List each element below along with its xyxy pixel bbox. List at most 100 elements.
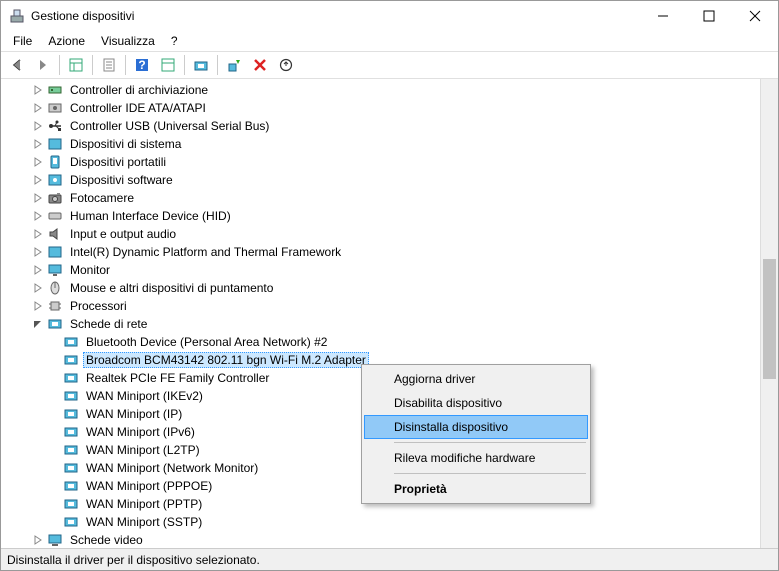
category-item[interactable]: Controller di archiviazione bbox=[5, 81, 760, 99]
item-label: WAN Miniport (PPPOE) bbox=[83, 478, 215, 494]
vertical-scrollbar[interactable] bbox=[760, 79, 778, 548]
item-label: Schede video bbox=[67, 532, 146, 548]
item-label: WAN Miniport (IP) bbox=[83, 406, 185, 422]
item-label: Controller di archiviazione bbox=[67, 82, 211, 98]
expand-icon[interactable] bbox=[31, 137, 45, 151]
expand-icon[interactable] bbox=[31, 191, 45, 205]
category-item[interactable]: Schede di rete bbox=[5, 315, 760, 333]
minimize-button[interactable] bbox=[640, 1, 686, 31]
category-item[interactable]: Mouse e altri dispositivi di puntamento bbox=[5, 279, 760, 297]
mouse-icon bbox=[47, 280, 63, 296]
item-label: Human Interface Device (HID) bbox=[67, 208, 234, 224]
category-item[interactable]: Monitor bbox=[5, 261, 760, 279]
forward-button[interactable] bbox=[31, 53, 55, 77]
menu-help[interactable]: ? bbox=[163, 32, 186, 50]
item-label: Processori bbox=[67, 298, 130, 314]
uninstall-button[interactable] bbox=[248, 53, 272, 77]
status-text: Disinstalla il driver per il dispositivo… bbox=[7, 553, 260, 567]
status-bar: Disinstalla il driver per il dispositivo… bbox=[1, 548, 778, 570]
menu-file[interactable]: File bbox=[5, 32, 40, 50]
scrollbar-thumb[interactable] bbox=[763, 259, 776, 379]
ctx-properties[interactable]: Proprietà bbox=[364, 477, 588, 501]
item-label: Intel(R) Dynamic Platform and Thermal Fr… bbox=[67, 244, 344, 260]
item-label: Dispositivi portatili bbox=[67, 154, 169, 170]
expand-icon[interactable] bbox=[31, 173, 45, 187]
expand-icon[interactable] bbox=[31, 299, 45, 313]
item-label: Monitor bbox=[67, 262, 113, 278]
category-item[interactable]: Dispositivi software bbox=[5, 171, 760, 189]
toolbar-button[interactable] bbox=[156, 53, 180, 77]
toolbar-separator bbox=[92, 55, 93, 75]
item-label: WAN Miniport (SSTP) bbox=[83, 514, 205, 530]
item-label: WAN Miniport (PPTP) bbox=[83, 496, 205, 512]
expand-icon[interactable] bbox=[31, 119, 45, 133]
audio-icon bbox=[47, 226, 63, 242]
item-label: Dispositivi software bbox=[67, 172, 176, 188]
expand-icon[interactable] bbox=[31, 209, 45, 223]
toolbar-separator bbox=[125, 55, 126, 75]
net-icon bbox=[63, 388, 79, 404]
category-item[interactable]: Schede video bbox=[5, 531, 760, 548]
ctx-update-driver[interactable]: Aggiorna driver bbox=[364, 367, 588, 391]
expand-icon[interactable] bbox=[31, 155, 45, 169]
category-item[interactable]: Dispositivi di sistema bbox=[5, 135, 760, 153]
item-label: Fotocamere bbox=[67, 190, 137, 206]
svg-text:?: ? bbox=[138, 58, 145, 72]
scan-hardware-button[interactable] bbox=[189, 53, 213, 77]
net-icon bbox=[63, 478, 79, 494]
net-icon bbox=[63, 352, 79, 368]
menu-action[interactable]: Azione bbox=[40, 32, 93, 50]
close-button[interactable] bbox=[732, 1, 778, 31]
expand-icon[interactable] bbox=[31, 533, 45, 547]
item-label: Input e output audio bbox=[67, 226, 179, 242]
category-item[interactable]: Input e output audio bbox=[5, 225, 760, 243]
device-item[interactable]: Bluetooth Device (Personal Area Network)… bbox=[5, 333, 760, 351]
collapse-icon[interactable] bbox=[31, 317, 45, 331]
category-item[interactable]: Fotocamere bbox=[5, 189, 760, 207]
expand-icon[interactable] bbox=[31, 245, 45, 259]
toolbar-separator bbox=[217, 55, 218, 75]
update-driver-button[interactable] bbox=[222, 53, 246, 77]
expand-icon[interactable] bbox=[31, 83, 45, 97]
category-item[interactable]: Controller IDE ATA/ATAPI bbox=[5, 99, 760, 117]
ctx-disable-device[interactable]: Disabilita dispositivo bbox=[364, 391, 588, 415]
expand-icon[interactable] bbox=[31, 101, 45, 115]
net-icon bbox=[63, 406, 79, 422]
help-button[interactable]: ? bbox=[130, 53, 154, 77]
category-item[interactable]: Processori bbox=[5, 297, 760, 315]
ctx-uninstall-device[interactable]: Disinstalla dispositivo bbox=[364, 415, 588, 439]
toolbar: ? bbox=[1, 51, 778, 79]
menu-view[interactable]: Visualizza bbox=[93, 32, 163, 50]
item-label: WAN Miniport (Network Monitor) bbox=[83, 460, 261, 476]
expand-icon[interactable] bbox=[31, 281, 45, 295]
net-icon bbox=[63, 496, 79, 512]
back-button[interactable] bbox=[5, 53, 29, 77]
expand-icon[interactable] bbox=[31, 227, 45, 241]
device-item[interactable]: WAN Miniport (SSTP) bbox=[5, 513, 760, 531]
context-menu: Aggiorna driver Disabilita dispositivo D… bbox=[361, 364, 591, 504]
expand-icon[interactable] bbox=[31, 263, 45, 277]
net-icon bbox=[63, 442, 79, 458]
net-icon bbox=[63, 370, 79, 386]
category-item[interactable]: Intel(R) Dynamic Platform and Thermal Fr… bbox=[5, 243, 760, 261]
display-icon bbox=[47, 532, 63, 548]
ctx-scan-hardware[interactable]: Rileva modifiche hardware bbox=[364, 446, 588, 470]
title-bar: Gestione dispositivi bbox=[1, 1, 778, 31]
item-label: Schede di rete bbox=[67, 316, 150, 332]
show-hide-tree-button[interactable] bbox=[64, 53, 88, 77]
net-icon bbox=[63, 460, 79, 476]
usb-icon bbox=[47, 118, 63, 134]
category-item[interactable]: Dispositivi portatili bbox=[5, 153, 760, 171]
software-icon bbox=[47, 172, 63, 188]
toolbar-separator bbox=[59, 55, 60, 75]
window-title: Gestione dispositivi bbox=[31, 9, 640, 23]
properties-button[interactable] bbox=[97, 53, 121, 77]
category-item[interactable]: Controller USB (Universal Serial Bus) bbox=[5, 117, 760, 135]
maximize-button[interactable] bbox=[686, 1, 732, 31]
item-label: Broadcom BCM43142 802.11 bgn Wi-Fi M.2 A… bbox=[83, 352, 369, 368]
net-icon bbox=[47, 316, 63, 332]
category-item[interactable]: Human Interface Device (HID) bbox=[5, 207, 760, 225]
controller-icon bbox=[47, 82, 63, 98]
disable-button[interactable] bbox=[274, 53, 298, 77]
portable-icon bbox=[47, 154, 63, 170]
